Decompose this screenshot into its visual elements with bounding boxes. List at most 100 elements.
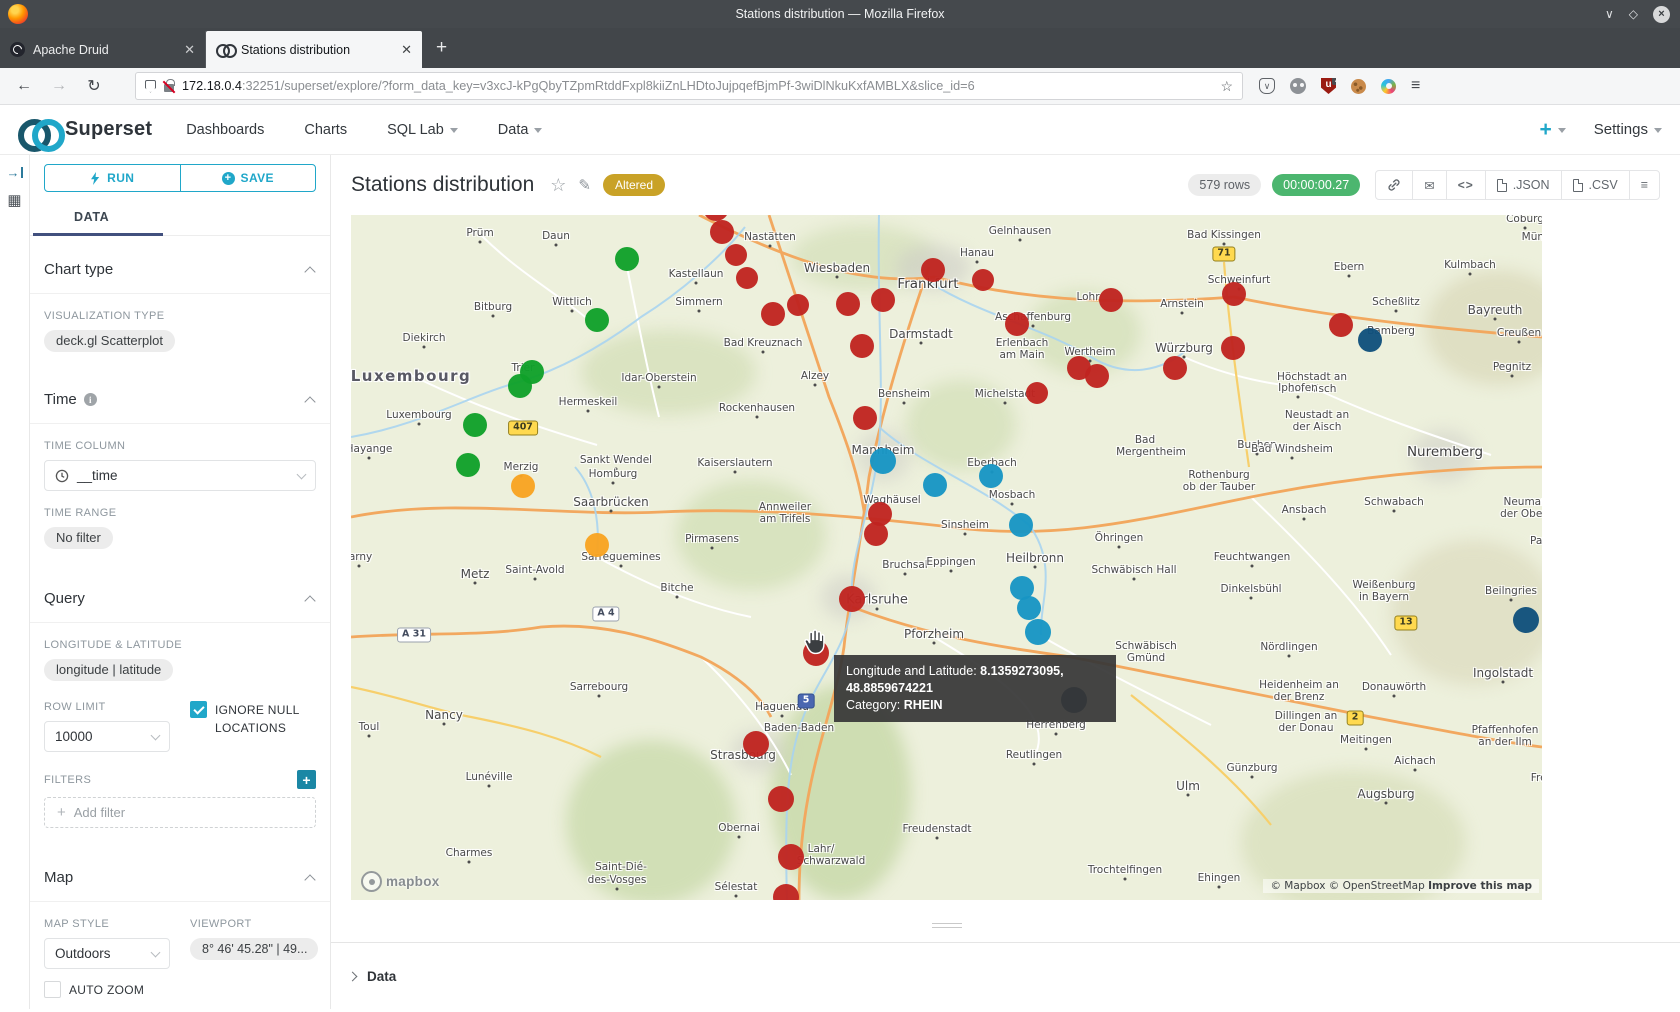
- data-point[interactable]: [778, 844, 804, 870]
- export-json-button[interactable]: .JSON: [1486, 171, 1562, 199]
- data-point[interactable]: [1099, 288, 1123, 312]
- viewport-value[interactable]: 8° 46' 45.28" | 49...: [190, 938, 318, 960]
- data-point[interactable]: [870, 448, 896, 474]
- edit-properties-icon[interactable]: ✎: [578, 176, 591, 194]
- data-point[interactable]: [850, 334, 874, 358]
- time-range-value[interactable]: No filter: [44, 527, 113, 549]
- row-limit-select[interactable]: 10000: [44, 721, 170, 752]
- checkbox-checked-icon[interactable]: [190, 701, 207, 718]
- data-point[interactable]: [508, 374, 532, 398]
- superset-brand[interactable]: Superset: [18, 118, 152, 142]
- data-point[interactable]: [456, 453, 480, 477]
- expand-datasource-icon[interactable]: →: [7, 165, 23, 180]
- data-point[interactable]: [871, 288, 895, 312]
- export-csv-button[interactable]: .CSV: [1562, 171, 1630, 199]
- data-point[interactable]: [736, 267, 758, 289]
- tab-close-icon[interactable]: ✕: [401, 42, 412, 58]
- data-point[interactable]: [725, 244, 747, 266]
- section-chart-type[interactable]: Chart type: [30, 236, 330, 294]
- ublock-icon[interactable]: u2: [1321, 78, 1336, 94]
- nav-charts[interactable]: Charts: [304, 122, 347, 138]
- deckgl-map[interactable]: PrümDaunNastättenGelnhausenHanauBad Kiss…: [351, 215, 1542, 900]
- auto-zoom-checkbox-row[interactable]: AUTO ZOOM: [44, 981, 170, 999]
- data-point[interactable]: [1222, 282, 1246, 306]
- data-point[interactable]: [1017, 596, 1041, 620]
- data-point[interactable]: [864, 522, 888, 546]
- email-button[interactable]: ✉: [1413, 171, 1446, 199]
- add-new-button[interactable]: +: [1540, 118, 1566, 142]
- data-point[interactable]: [585, 308, 609, 332]
- tab-close-icon[interactable]: ✕: [184, 42, 195, 58]
- data-point[interactable]: [463, 413, 487, 437]
- ignore-null-checkbox-row[interactable]: IGNORE NULL LOCATIONS: [190, 701, 316, 737]
- data-point[interactable]: [710, 220, 734, 244]
- pocket-icon[interactable]: ∨: [1259, 78, 1275, 94]
- tab-apache-druid[interactable]: Apache Druid ✕: [0, 31, 206, 68]
- section-query[interactable]: Query: [30, 565, 330, 623]
- improve-map-link[interactable]: Improve this map: [1428, 880, 1532, 892]
- checkbox-unchecked-icon[interactable]: [44, 981, 61, 998]
- data-point[interactable]: [1221, 336, 1245, 360]
- data-point[interactable]: [923, 473, 947, 497]
- data-point[interactable]: [839, 586, 865, 612]
- data-point[interactable]: [1026, 382, 1048, 404]
- data-point[interactable]: [743, 731, 769, 757]
- data-point[interactable]: [511, 474, 535, 498]
- tracking-protection-icon[interactable]: [145, 80, 156, 93]
- settings-menu[interactable]: Settings: [1594, 121, 1662, 138]
- run-button[interactable]: RUN: [45, 165, 181, 191]
- data-point[interactable]: [979, 464, 1003, 488]
- data-point[interactable]: [1025, 619, 1051, 645]
- mapbox-logo[interactable]: mapbox: [361, 871, 440, 892]
- container-mask-icon[interactable]: [1290, 78, 1306, 94]
- insecure-lock-icon[interactable]: [164, 84, 174, 92]
- resize-handle[interactable]: [932, 923, 962, 928]
- forward-button[interactable]: →: [47, 77, 71, 95]
- dataset-grid-icon[interactable]: ▦: [7, 191, 21, 209]
- tab-data[interactable]: DATA: [74, 210, 109, 224]
- more-options-button[interactable]: ≡: [1630, 171, 1659, 199]
- data-point[interactable]: [787, 294, 809, 316]
- add-filter-box[interactable]: + Add filter: [44, 797, 316, 828]
- data-point[interactable]: [615, 247, 639, 271]
- lonlat-value[interactable]: longitude | latitude: [44, 659, 173, 681]
- maximize-icon[interactable]: ◇: [1629, 7, 1638, 21]
- copy-link-button[interactable]: [1376, 171, 1413, 199]
- new-tab-button[interactable]: +: [436, 37, 447, 59]
- data-point[interactable]: [1163, 356, 1187, 380]
- minimize-icon[interactable]: ∨: [1605, 7, 1614, 21]
- data-point[interactable]: [1009, 513, 1033, 537]
- map-style-select[interactable]: Outdoors: [44, 938, 170, 969]
- data-results-panel[interactable]: Data: [331, 942, 1680, 1009]
- save-button[interactable]: + SAVE: [181, 165, 316, 191]
- tab-stations-distribution[interactable]: Stations distribution ✕: [206, 31, 422, 68]
- add-filter-plus-button[interactable]: +: [297, 770, 316, 789]
- data-point[interactable]: [1513, 607, 1539, 633]
- data-point[interactable]: [853, 406, 877, 430]
- altered-badge[interactable]: Altered: [603, 174, 665, 196]
- cookie-extension-icon[interactable]: [1351, 79, 1366, 94]
- viz-type-value[interactable]: deck.gl Scatterplot: [44, 330, 175, 352]
- data-point[interactable]: [972, 269, 994, 291]
- data-point[interactable]: [836, 292, 860, 316]
- data-point[interactable]: [761, 302, 785, 326]
- data-point[interactable]: [921, 258, 945, 282]
- section-time[interactable]: Timei: [30, 366, 330, 424]
- data-point[interactable]: [768, 786, 794, 812]
- data-point[interactable]: [1005, 312, 1029, 336]
- nav-dashboards[interactable]: Dashboards: [186, 122, 264, 138]
- embed-code-button[interactable]: <>: [1447, 171, 1486, 199]
- data-point[interactable]: [1358, 328, 1382, 352]
- bookmark-star-icon[interactable]: ☆: [1220, 78, 1233, 95]
- nav-sql-lab[interactable]: SQL Lab: [387, 122, 458, 138]
- data-point[interactable]: [1329, 313, 1353, 337]
- section-map[interactable]: Map: [30, 844, 330, 902]
- menu-icon[interactable]: ≡: [1411, 77, 1420, 95]
- extension-pinwheel-icon[interactable]: [1381, 79, 1396, 94]
- nav-data[interactable]: Data: [498, 122, 543, 138]
- url-bar[interactable]: 172.18.0.4:32251/superset/explore/?form_…: [135, 72, 1243, 100]
- favorite-star-icon[interactable]: ☆: [550, 175, 566, 196]
- map-attribution[interactable]: © Mapbox © OpenStreetMap Improve this ma…: [1263, 879, 1539, 893]
- reload-button[interactable]: ↻: [82, 76, 106, 96]
- time-column-select[interactable]: __time: [44, 460, 316, 491]
